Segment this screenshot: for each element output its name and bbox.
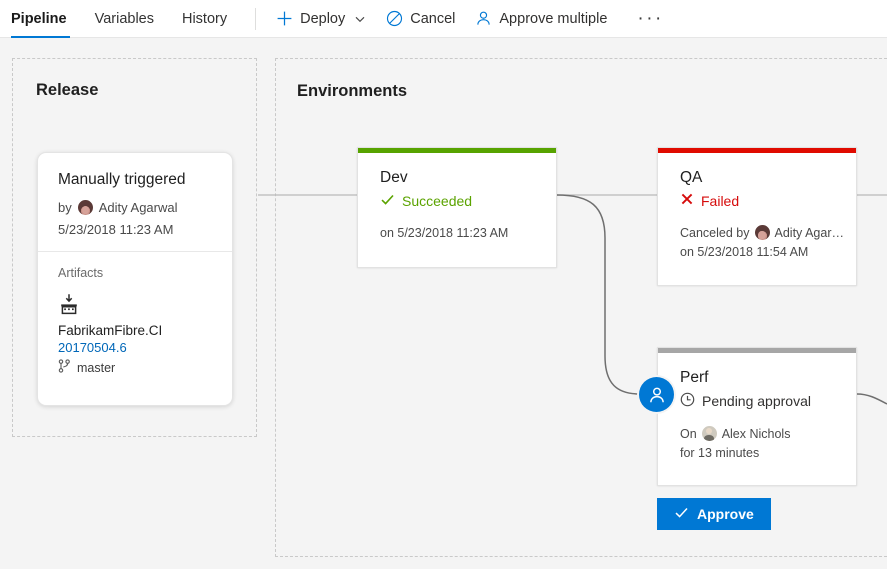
qa-canceled-by-name: Adity Agar… <box>775 226 844 240</box>
environment-card-dev[interactable]: Dev Succeeded on 5/23/2018 11:23 AM <box>357 147 557 268</box>
perf-approver-line: On Alex Nichols <box>680 426 836 441</box>
qa-status-label: Failed <box>701 193 739 209</box>
dev-date-line: on 5/23/2018 11:23 AM <box>380 226 536 240</box>
build-artifact-icon <box>58 293 212 320</box>
approve-button[interactable]: Approve <box>657 498 771 530</box>
check-icon <box>674 505 689 523</box>
release-triggered-by: by Adity Agarwal <box>58 200 212 215</box>
tab-history[interactable]: History <box>168 0 241 38</box>
release-card-artifacts: Artifacts FabrikamFibre.CI 20170504.6 <box>38 252 232 386</box>
branch-icon <box>58 359 71 376</box>
adity-avatar <box>78 200 93 215</box>
more-actions-label: ··· <box>637 9 663 28</box>
toolbar: Pipeline Variables History Deploy <box>0 0 887 38</box>
person-icon <box>475 10 492 27</box>
release-card[interactable]: Manually triggered by Adity Agarwal 5/23… <box>37 152 233 406</box>
qa-canceled-by-line: Canceled by Adity Agar… <box>680 225 836 240</box>
perf-approver-name: Alex Nichols <box>722 427 791 441</box>
tab-pipeline[interactable]: Pipeline <box>0 0 81 38</box>
approve-button-label: Approve <box>697 506 754 522</box>
person-badge-icon[interactable] <box>639 377 674 412</box>
tab-variables[interactable]: Variables <box>81 0 168 38</box>
dev-name: Dev <box>380 169 536 187</box>
cancel-label: Cancel <box>410 11 455 27</box>
environment-card-qa[interactable]: QA Failed Canceled by Adity Agar… on 5/2… <box>657 147 857 286</box>
release-trigger-title: Manually triggered <box>58 171 212 189</box>
more-actions-button[interactable]: ··· <box>625 0 675 38</box>
tab-strip: Pipeline Variables History <box>0 0 241 38</box>
check-icon <box>380 192 395 210</box>
release-author-name: Adity Agarwal <box>99 200 178 215</box>
release-date: 5/23/2018 11:23 AM <box>58 222 212 237</box>
dev-date: on 5/23/2018 11:23 AM <box>380 226 508 240</box>
qa-date: on 5/23/2018 11:54 AM <box>680 245 808 259</box>
artifacts-label: Artifacts <box>58 266 212 280</box>
by-prefix-label: by <box>58 200 72 215</box>
qa-canceled-prefix: Canceled by <box>680 226 750 240</box>
alex-avatar <box>702 426 717 441</box>
perf-status-label: Pending approval <box>702 393 811 409</box>
perf-on-prefix: On <box>680 427 697 441</box>
tab-variables-label: Variables <box>95 11 154 27</box>
dev-status-label: Succeeded <box>402 193 472 209</box>
artifact-version-link[interactable]: 20170504.6 <box>58 340 212 355</box>
qa-name: QA <box>680 169 836 187</box>
artifact-branch: master <box>58 359 212 376</box>
qa-status: Failed <box>680 192 836 209</box>
tab-pipeline-label: Pipeline <box>11 11 67 27</box>
environment-card-perf[interactable]: Perf Pending approval On Alex Nichols fo… <box>657 347 857 486</box>
environments-panel-title: Environments <box>297 82 407 101</box>
perf-status: Pending approval <box>680 392 836 410</box>
dev-status: Succeeded <box>380 192 536 210</box>
branch-name: master <box>77 361 115 375</box>
cross-icon <box>680 192 694 209</box>
deploy-button[interactable]: Deploy <box>266 0 376 38</box>
plus-icon <box>276 10 293 27</box>
perf-duration: for 13 minutes <box>680 446 759 460</box>
approve-multiple-button[interactable]: Approve multiple <box>465 0 617 38</box>
perf-card-body: Perf Pending approval On Alex Nichols fo… <box>658 353 856 479</box>
dev-card-body: Dev Succeeded on 5/23/2018 11:23 AM <box>358 153 556 259</box>
artifact-name: FabrikamFibre.CI <box>58 323 212 338</box>
release-card-header: Manually triggered by Adity Agarwal 5/23… <box>38 153 232 251</box>
approve-multiple-label: Approve multiple <box>499 11 607 27</box>
release-pipeline-view: Pipeline Variables History Deploy <box>0 0 887 569</box>
deploy-label: Deploy <box>300 11 345 27</box>
perf-duration-line: for 13 minutes <box>680 446 836 460</box>
cancel-button[interactable]: Cancel <box>376 0 465 38</box>
adity-avatar <box>755 225 770 240</box>
perf-name: Perf <box>680 369 836 387</box>
release-panel-title: Release <box>36 81 98 100</box>
qa-card-body: QA Failed Canceled by Adity Agar… on 5/2… <box>658 153 856 278</box>
tab-history-label: History <box>182 11 227 27</box>
chevron-down-icon[interactable] <box>354 13 366 25</box>
cancel-circle-slash-icon <box>386 10 403 27</box>
toolbar-separator <box>255 8 256 30</box>
clock-icon <box>680 392 695 410</box>
qa-date-line: on 5/23/2018 11:54 AM <box>680 245 836 259</box>
